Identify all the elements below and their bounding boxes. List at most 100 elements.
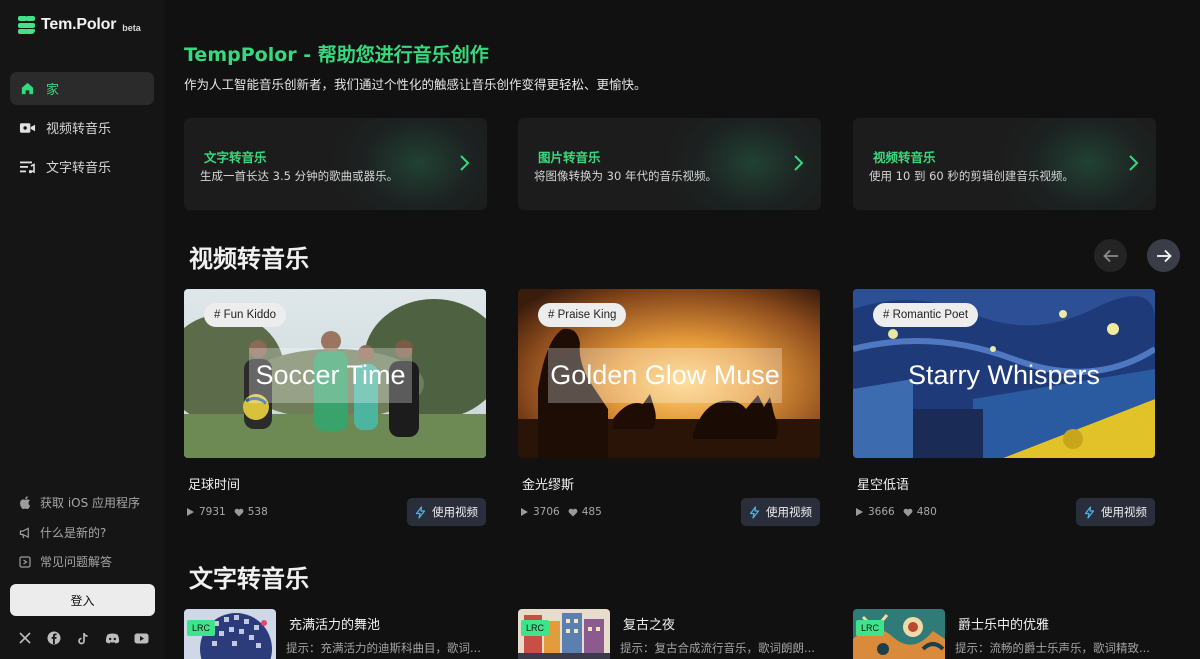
text-section-title: 文字转音乐 — [189, 565, 309, 593]
nav-item-label: 视频转音乐 — [46, 122, 112, 137]
track-cover: LRC — [184, 609, 276, 659]
video-card[interactable]: # Praise King Golden Glow Muse 金光缪斯 3706… — [518, 289, 820, 526]
chevron-right-icon — [460, 155, 470, 171]
carousel-next-button[interactable] — [1147, 239, 1180, 272]
discord-icon[interactable] — [104, 630, 120, 646]
lrc-badge: LRC — [856, 620, 885, 636]
like-count-value: 480 — [916, 506, 937, 518]
lrc-badge: LRC — [521, 620, 550, 636]
video-camera-icon — [18, 119, 36, 137]
thumbnail-title: Golden Glow Muse — [550, 360, 780, 390]
thumbnail-title: Starry Whispers — [907, 360, 1101, 390]
faq-icon — [18, 555, 32, 569]
feature-title: 视频转音乐 — [873, 150, 936, 165]
feature-card-video-to-music[interactable]: 视频转音乐 使用 10 到 60 秒的剪辑创建音乐视频。 — [853, 118, 1156, 210]
nav-item-label: 家 — [46, 83, 60, 98]
page-subtitle: 作为人工智能音乐创新者，我们通过个性化的触感让音乐创作变得更轻松、更愉快。 — [184, 77, 647, 92]
video-section-title: 视频转音乐 — [189, 245, 309, 273]
track-name: 爵士乐中的优雅 — [958, 618, 1050, 633]
page-title: TempPolor - 帮助您进行音乐创作 — [184, 44, 489, 66]
heart-icon — [903, 508, 913, 516]
login-button[interactable]: 登入 — [10, 584, 155, 616]
get-ios-app-link[interactable]: 获取 iOS 应用程序 — [18, 494, 140, 511]
track-name: 复古之夜 — [623, 618, 676, 633]
use-video-button[interactable]: 使用视频 — [407, 498, 486, 526]
apple-icon — [18, 496, 32, 510]
lrc-badge: LRC — [187, 620, 216, 636]
carousel-prev-button[interactable] — [1094, 239, 1127, 272]
arrow-right-icon — [1156, 249, 1172, 262]
video-card[interactable]: # Fun Kiddo Soccer Time 足球时间 7931 538 使用… — [184, 289, 486, 526]
video-thumbnail[interactable]: # Praise King Golden Glow Muse — [518, 289, 820, 458]
video-name: 足球时间 — [188, 478, 241, 493]
video-card[interactable]: # Romantic Poet Starry Whispers 星空低语 366… — [853, 289, 1155, 526]
play-icon — [187, 508, 194, 516]
play-icon — [521, 508, 528, 516]
track-cover: LRC — [518, 609, 610, 659]
video-stats: 3666 480 — [855, 506, 945, 518]
like-count: 480 — [903, 506, 937, 518]
youtube-icon[interactable] — [133, 630, 149, 646]
social-links — [17, 630, 162, 646]
brand-logo[interactable]: Tem.Polor beta — [18, 16, 141, 34]
use-video-label: 使用视频 — [1101, 505, 1147, 519]
main-content: TempPolor - 帮助您进行音乐创作 作为人工智能音乐创新者，我们通过个性… — [165, 0, 1200, 659]
feature-description: 生成一首长达 3.5 分钟的歌曲或器乐。 — [200, 169, 399, 183]
play-count-value: 7931 — [199, 506, 226, 518]
video-name: 星空低语 — [857, 478, 910, 493]
track-prompt: 提示：流畅的爵士乐声乐，歌词精致... — [955, 641, 1150, 655]
lightning-icon — [749, 505, 760, 519]
text-music-card[interactable]: LRC 复古之夜 提示：复古合成流行音乐，歌词朗朗... — [518, 609, 820, 659]
use-video-button[interactable]: 使用视频 — [1076, 498, 1155, 526]
play-count: 3706 — [520, 506, 560, 518]
app-root: Tem.Polor beta 家 视频转音乐 文字转音乐 获取 iOS 应用程序… — [0, 0, 1200, 659]
megaphone-icon — [18, 526, 32, 540]
text-music-card[interactable]: LRC 爵士乐中的优雅 提示：流畅的爵士乐声乐，歌词精致... — [853, 609, 1155, 659]
track-cover: LRC — [853, 609, 945, 659]
feature-title: 文字转音乐 — [204, 150, 267, 165]
footer-link-label: 获取 iOS 应用程序 — [40, 496, 141, 510]
heart-icon — [568, 508, 578, 516]
facebook-icon[interactable] — [46, 630, 62, 646]
feature-card-image-to-music[interactable]: 图片转音乐 将图像转换为 30 年代的音乐视频。 — [518, 118, 821, 210]
chevron-right-icon — [794, 155, 804, 171]
nav-item-home[interactable]: 家 — [10, 72, 154, 105]
x-icon[interactable] — [17, 630, 33, 646]
lightning-icon — [1084, 505, 1095, 519]
lightning-icon — [415, 505, 426, 519]
feature-description: 使用 10 到 60 秒的剪辑创建音乐视频。 — [869, 169, 1074, 183]
track-name: 充满活力的舞池 — [289, 618, 381, 633]
video-stats: 7931 538 — [186, 506, 276, 518]
hashtag-badge: # Praise King — [538, 303, 627, 327]
thumbnail-title-box: Starry Whispers — [893, 348, 1115, 403]
text-music-card[interactable]: LRC 充满活力的舞池 提示：充满活力的迪斯科曲目，歌词... — [184, 609, 486, 659]
tiktok-icon[interactable] — [75, 630, 91, 646]
play-count-value: 3706 — [533, 506, 560, 518]
feature-description: 将图像转换为 30 年代的音乐视频。 — [534, 169, 717, 183]
like-count-value: 485 — [581, 506, 602, 518]
like-count-value: 538 — [247, 506, 268, 518]
nav-item-text-to-music[interactable]: 文字转音乐 — [10, 150, 154, 183]
play-count: 7931 — [186, 506, 226, 518]
thumbnail-title: Soccer Time — [255, 360, 406, 390]
whats-new-link[interactable]: 什么是新的? — [18, 524, 106, 541]
video-thumbnail[interactable]: # Fun Kiddo Soccer Time — [184, 289, 486, 458]
feature-card-text-to-music[interactable]: 文字转音乐 生成一首长达 3.5 分钟的歌曲或器乐。 — [184, 118, 487, 210]
heart-icon — [234, 508, 244, 516]
like-count: 485 — [568, 506, 602, 518]
beta-badge: beta — [122, 23, 141, 33]
track-prompt: 提示：充满活力的迪斯科曲目，歌词... — [286, 641, 481, 655]
use-video-label: 使用视频 — [766, 505, 812, 519]
thumbnail-title-box: Soccer Time — [249, 348, 412, 403]
thumbnail-title-box: Golden Glow Muse — [548, 348, 782, 403]
play-icon — [856, 508, 863, 516]
footer-link-label: 常见问题解答 — [40, 555, 113, 569]
logo-mark-icon — [18, 16, 35, 34]
faq-link[interactable]: 常见问题解答 — [18, 553, 112, 570]
nav-item-video-to-music[interactable]: 视频转音乐 — [10, 111, 154, 144]
video-thumbnail[interactable]: # Romantic Poet Starry Whispers — [853, 289, 1155, 458]
track-prompt: 提示：复古合成流行音乐，歌词朗朗... — [620, 641, 815, 655]
use-video-button[interactable]: 使用视频 — [741, 498, 820, 526]
video-stats: 3706 485 — [520, 506, 610, 518]
play-count: 3666 — [855, 506, 895, 518]
